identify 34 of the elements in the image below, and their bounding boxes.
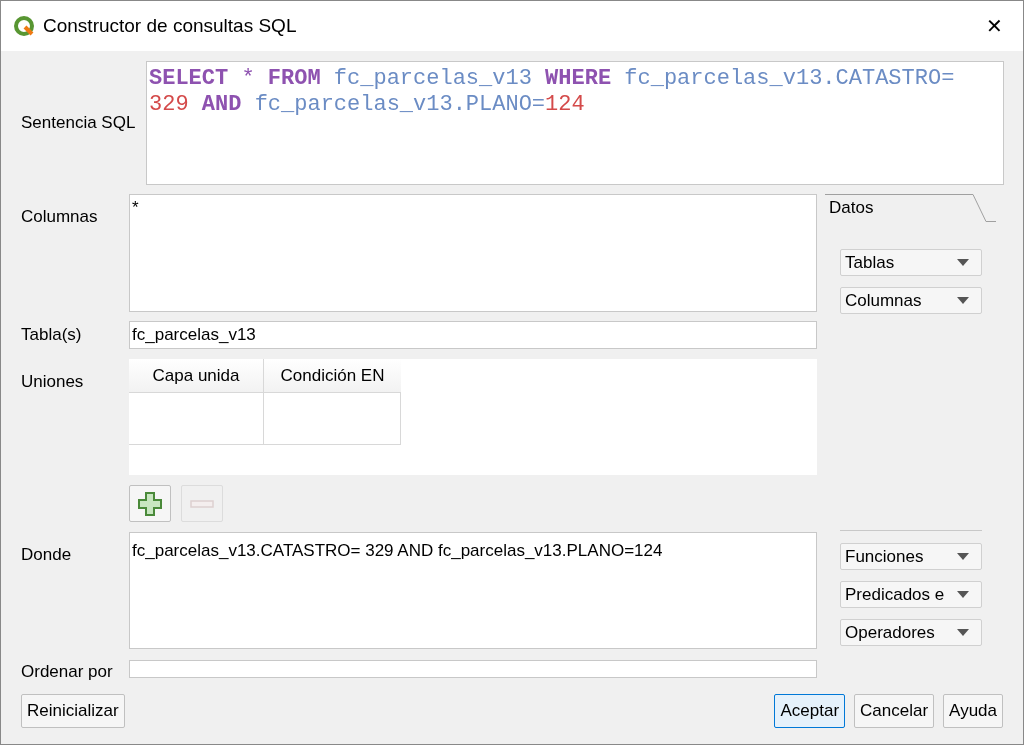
field-label: Columnas [21,206,99,228]
field-label: Sentencia SQL [21,111,137,134]
caret-icon [957,591,969,598]
dialog-button[interactable]: Cancelar [854,694,935,728]
where-field[interactable]: fc_parcelas_v13.CATASTRO= 329 AND fc_parcelas_v13.PLANO=124 [129,532,817,649]
field-label: Ordenar por [21,661,114,684]
caret-icon [957,553,969,560]
plus-icon [138,491,162,516]
dropdown[interactable]: Operadores [840,619,982,646]
dropdown[interactable]: Tablas [840,249,982,276]
field-label: Uniones [21,371,85,393]
caret-icon [957,629,969,636]
caret-icon [957,259,969,266]
remove-button[interactable] [181,485,223,522]
field-label: Donde [21,544,73,566]
dropdown[interactable]: Funciones [840,543,982,570]
minus-icon [190,499,214,508]
window-title: Constructor de consultas SQL [43,13,297,38]
order-field[interactable] [129,660,817,678]
dropdown[interactable]: Predicados e [840,581,982,608]
close-button[interactable]: ✕ [978,11,1011,41]
columns-field[interactable]: * [129,194,817,312]
dropdown[interactable]: Columnas [840,287,982,314]
app-logo-icon [13,15,35,37]
reset-button[interactable]: Reinicializar [21,694,125,728]
dialog-button[interactable]: Aceptar [774,694,846,728]
column-header[interactable]: Capa unida [129,359,264,393]
sql-editor[interactable]: SELECT * FROM fc_parcelas_v13 WHERE fc_parcelas_v13.CATASTRO= 329 AND fc_parcelas_v13.PLANO=124 [146,60,1004,185]
dialog-button[interactable]: Ayuda [943,694,1003,728]
caret-icon [957,297,969,304]
tables-field[interactable]: fc_parcelas_v13 [129,321,817,349]
tab[interactable]: Datos [825,194,996,222]
field-label: Tabla(s) [21,324,83,347]
add-button[interactable] [129,485,171,522]
